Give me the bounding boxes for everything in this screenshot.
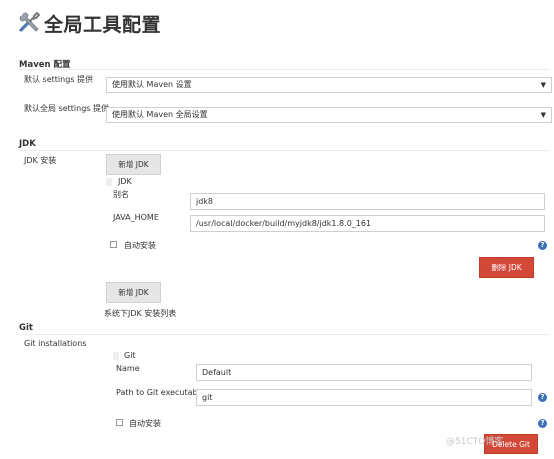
help-icon[interactable]: ? — [538, 393, 547, 402]
git-installations-label: Git installations — [24, 339, 87, 348]
help-icon[interactable]: ? — [538, 241, 547, 250]
add-jdk-button[interactable]: 新增 JDK — [106, 154, 161, 175]
jdk-list-note: 系统下JDK 安装列表 — [104, 309, 177, 318]
java-home-label: JAVA_HOME — [113, 213, 159, 222]
drag-handle-icon[interactable] — [106, 178, 112, 186]
jdk-section-title: JDK — [19, 139, 36, 149]
watermark: @51CTO博客 — [446, 437, 504, 447]
maven-divider — [19, 69, 550, 70]
maven-settings-label: 默认 settings 提供 — [24, 75, 93, 84]
git-path-input[interactable]: git — [196, 389, 532, 406]
maven-settings-value: 使用默认 Maven 设置 — [112, 80, 192, 89]
git-auto-install-label: 自动安装 — [129, 419, 161, 428]
jdk-auto-install-label: 自动安装 — [124, 241, 156, 250]
jdk-auto-install-checkbox[interactable] — [110, 241, 117, 248]
jdk-divider — [19, 150, 550, 151]
tools-icon — [19, 11, 41, 32]
maven-global-settings-value: 使用默认 Maven 全局设置 — [112, 110, 208, 119]
maven-global-settings-label: 默认全局 settings 提供 — [24, 104, 109, 113]
drag-handle-icon[interactable] — [113, 352, 119, 360]
maven-settings-select[interactable]: 使用默认 Maven 设置 ▼ — [106, 77, 552, 93]
jdk-alias-input[interactable]: jdk8 — [190, 193, 545, 210]
delete-jdk-button[interactable]: 删除 JDK — [479, 257, 534, 278]
git-name-input[interactable]: Default — [196, 364, 532, 381]
git-item-title: Git — [124, 351, 136, 360]
git-name-label: Name — [116, 364, 140, 373]
chevron-down-icon: ▼ — [540, 81, 546, 89]
git-path-label: Path to Git executable — [116, 388, 205, 397]
add-jdk-button-2[interactable]: 新增 JDK — [106, 282, 161, 303]
jdk-install-label: JDK 安装 — [24, 156, 57, 165]
chevron-down-icon: ▼ — [540, 111, 546, 119]
jdk-item-title: JDK — [118, 177, 132, 186]
help-icon[interactable]: ? — [538, 419, 547, 428]
page-title: 全局工具配置 — [44, 14, 162, 36]
jdk-alias-label: 别名 — [113, 190, 129, 199]
maven-global-settings-select[interactable]: 使用默认 Maven 全局设置 ▼ — [106, 107, 552, 123]
git-auto-install-checkbox[interactable] — [116, 419, 123, 426]
git-section-title: Git — [19, 323, 33, 333]
java-home-input[interactable]: /usr/local/docker/build/myjdk8/jdk1.8.0_… — [190, 215, 545, 232]
git-divider — [19, 334, 550, 335]
